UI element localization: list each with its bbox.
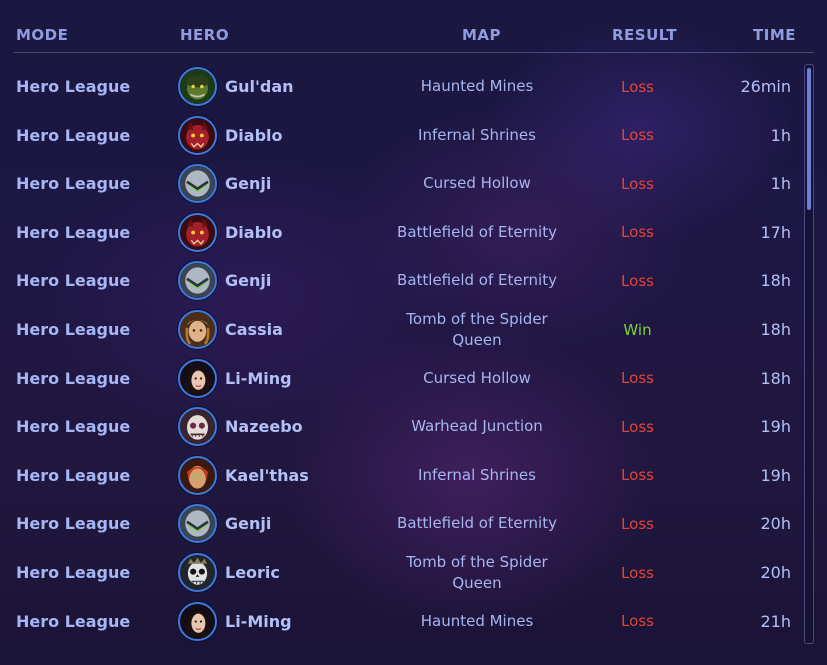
diablo-portrait-icon [178, 115, 217, 155]
mode-cell: Hero League [16, 368, 131, 388]
time-cell: 18h [760, 368, 792, 388]
hero-name-cell: Li-Ming [225, 611, 292, 631]
map-cell: Haunted Mines [420, 611, 534, 630]
cassia-portrait-icon [178, 310, 217, 349]
map-cell: Warhead Junction [411, 417, 543, 436]
hero-name-cell: Genji [225, 514, 272, 534]
mode-cell: Hero League [16, 514, 131, 534]
mode-cell: Hero League [16, 563, 131, 582]
mode-cell: Hero League [16, 271, 131, 291]
column-header-mode[interactable]: MODE [16, 26, 68, 44]
hero-name-cell: Diablo [225, 222, 283, 242]
map-cell: Cursed Hollow [423, 368, 531, 387]
scrollbar-thumb[interactable] [807, 68, 811, 210]
scrollbar-track[interactable] [804, 64, 814, 644]
hero-name-cell: Diablo [225, 125, 283, 145]
time-cell: 1h [770, 125, 791, 145]
result-cell: Loss [621, 223, 654, 242]
result-cell: Loss [621, 563, 654, 582]
hero-name-cell: Gul'dan [225, 77, 294, 96]
table-row[interactable]: Hero League Diablo Battlefield of Eternity… [0, 208, 800, 257]
map-cell: Battlefield of Eternity [397, 271, 557, 290]
mode-cell: Hero League [16, 174, 131, 194]
time-cell: 21h [760, 611, 792, 631]
map-cell: Cursed Hollow [423, 174, 531, 193]
table-row[interactable]: Hero League Gul'dan Haunted Mines Loss 26min [0, 62, 800, 111]
map-cell: Infernal Shrines [418, 465, 536, 484]
result-cell: Win [623, 320, 652, 339]
hero-name-cell: Li-Ming [225, 368, 292, 388]
hero-name-cell: Kael'thas [225, 465, 309, 485]
genji-portrait-icon [178, 504, 217, 544]
result-cell: Loss [621, 77, 654, 96]
mode-cell: Hero League [16, 77, 131, 96]
leoric-portrait-icon [178, 553, 217, 592]
mode-cell: Hero League [16, 465, 131, 485]
mode-cell: Hero League [16, 611, 131, 631]
genji-portrait-icon [178, 261, 217, 301]
column-header-result[interactable]: RESULT [612, 26, 677, 44]
table-row[interactable]: Hero League Genji Battlefield of Eternity L… [0, 256, 800, 305]
time-cell: 17h [760, 222, 792, 242]
time-cell: 1h [770, 174, 791, 194]
result-cell: Loss [621, 174, 654, 193]
mode-cell: Hero League [16, 320, 131, 339]
map-cell: Battlefield of Eternity [397, 514, 557, 533]
guldan-portrait-icon [178, 67, 217, 106]
table-row[interactable]: Hero League Nazeebo Warhead Junction Loss 19… [0, 402, 800, 451]
hero-name-cell: Leoric [225, 563, 280, 582]
header-divider [14, 52, 814, 53]
table-row[interactable]: Hero League Genji Cursed Hollow Loss 1h [0, 159, 800, 208]
table-row[interactable]: Hero League Genji Battlefield of Eternity L… [0, 499, 800, 548]
table-row[interactable]: Hero League Leoric Tomb of the Spider Quee… [0, 548, 800, 597]
result-cell: Loss [621, 126, 654, 145]
mode-cell: Hero League [16, 417, 131, 437]
genji-portrait-icon [178, 164, 217, 204]
mode-cell: Hero League [16, 125, 131, 145]
liming-portrait-icon [178, 358, 217, 398]
hero-name-cell: Genji [225, 174, 272, 194]
table-row[interactable]: Hero League Li-Ming Cursed Hollow Loss 18h [0, 354, 800, 403]
result-cell: Loss [621, 369, 654, 388]
kaelthas-portrait-icon [178, 455, 217, 495]
time-cell: 19h [760, 465, 792, 485]
time-cell: 18h [760, 271, 792, 291]
map-cell: Infernal Shrines [418, 125, 536, 144]
time-cell: 26min [740, 77, 791, 96]
time-cell: 19h [760, 417, 792, 437]
column-header-map[interactable]: MAP [462, 26, 501, 44]
time-cell: 20h [760, 514, 792, 534]
map-cell: Battlefield of Eternity [397, 222, 557, 241]
time-cell: 20h [760, 563, 792, 582]
map-cell: Tomb of the Spider Queen [406, 552, 548, 592]
table-row[interactable]: Hero League Li-Ming Haunted Mines Loss 21h [0, 597, 800, 646]
table-row[interactable]: Hero League Cassia Tomb of the Spider Quee… [0, 305, 800, 354]
result-cell: Loss [621, 612, 654, 631]
mode-cell: Hero League [16, 222, 131, 242]
result-cell: Loss [621, 514, 654, 533]
result-cell: Loss [621, 417, 654, 436]
result-cell: Loss [621, 271, 654, 290]
table-row[interactable]: Hero League Diablo Infernal Shrines Loss 1h [0, 111, 800, 160]
liming-portrait-icon [178, 601, 217, 641]
nazeebo-portrait-icon [178, 407, 217, 447]
time-cell: 18h [760, 320, 792, 339]
diablo-portrait-icon [178, 212, 217, 252]
table-row[interactable]: Hero League Kael'thas Infernal Shrines Loss… [0, 451, 800, 500]
map-cell: Tomb of the Spider Queen [406, 309, 548, 349]
hero-name-cell: Genji [225, 271, 272, 291]
column-header-time[interactable]: TIME [753, 26, 796, 44]
result-cell: Loss [621, 466, 654, 485]
table-header: MODE HERO MAP RESULT TIME [0, 0, 827, 54]
hero-name-cell: Nazeebo [225, 417, 303, 437]
column-header-hero[interactable]: HERO [180, 26, 229, 44]
hero-name-cell: Cassia [225, 320, 283, 339]
map-cell: Haunted Mines [420, 77, 534, 95]
